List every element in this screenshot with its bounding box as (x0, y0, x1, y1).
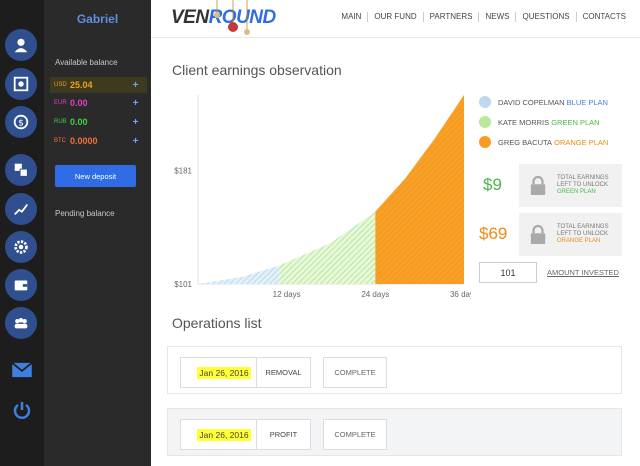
safe-icon[interactable] (5, 68, 37, 100)
amount-invested-input[interactable] (479, 262, 537, 283)
legend-dot (479, 116, 491, 128)
nav-main[interactable]: MAIN (335, 12, 367, 22)
operation-row: Jan 26, 2016 REMOVAL COMPLETE (167, 346, 622, 394)
balance-row-eur[interactable]: EUR 0.00 + (50, 95, 147, 111)
x-tick-label: 12 days (273, 290, 301, 299)
operation-type: PROFIT (256, 419, 311, 450)
mail-icon[interactable] (8, 356, 36, 384)
lock-icon (525, 220, 551, 250)
balance-row-rub[interactable]: RUB 0.00 + (50, 114, 147, 130)
icon-rail: $ (0, 0, 44, 466)
christmas-ornament-icon (214, 0, 250, 35)
app: $ Gabriel Available balance USD 25.04 + … (0, 0, 640, 466)
y-tick-label: $181 (174, 166, 192, 175)
amount-invested-label: AMOUNT INVESTED (547, 268, 619, 277)
legend-plan: GREEN PLAN (551, 117, 600, 127)
currency-amount: 0.00 (70, 98, 88, 108)
green-unlock-box[interactable]: TOTAL EARNINGS LEFT TO UNLOCK GREEN PLAN (519, 164, 622, 207)
operation-date-text: Jan 26, 2016 (197, 428, 251, 441)
power-icon[interactable] (8, 396, 36, 424)
area-series-blue-plan (198, 265, 280, 284)
operation-date: Jan 26, 2016 (180, 357, 268, 388)
currency-code: EUR (54, 100, 67, 106)
currency-code: BTC (54, 138, 66, 144)
unlock-plan: ORANGE PLAN (557, 238, 601, 244)
available-balance-label: Available balance (55, 58, 118, 67)
add-funds-button[interactable]: + (128, 136, 143, 147)
add-funds-button[interactable]: + (128, 117, 143, 128)
add-funds-button[interactable]: + (128, 80, 143, 91)
legend-name: KATE MORRIS (498, 117, 550, 127)
legend-blue-plan: DAVID COPELMAN BLUE PLAN (479, 96, 608, 108)
operation-status: COMPLETE (323, 357, 387, 388)
user-icon[interactable] (5, 29, 37, 61)
orange-earnings-amount: $69 (479, 224, 508, 243)
operation-row: Jan 26, 2016 PROFIT COMPLETE (167, 408, 622, 456)
area-series-orange-plan (375, 95, 464, 284)
add-funds-button[interactable]: + (128, 98, 143, 109)
tiles-icon[interactable] (5, 154, 37, 186)
legend-plan: BLUE PLAN (566, 97, 608, 107)
x-tick-label: 36 days (450, 290, 471, 299)
unlock-line2: LEFT TO UNLOCK (557, 182, 609, 188)
unlock-line1: TOTAL EARNINGS (557, 175, 609, 181)
legend-name: GREG BACUTA (498, 137, 553, 147)
y-tick-label: $101 (174, 280, 192, 289)
unlock-text: TOTAL EARNINGS LEFT TO UNLOCK GREEN PLAN (557, 175, 609, 196)
operation-date-text: Jan 26, 2016 (197, 366, 251, 379)
nav-our-fund[interactable]: OUR FUND (367, 12, 422, 22)
nav-news[interactable]: NEWS (478, 12, 515, 22)
balance-row-btc[interactable]: BTC 0.0000 + (50, 133, 147, 149)
main-nav: MAIN OUR FUND PARTNERS NEWS QUESTIONS CO… (335, 12, 632, 22)
currency-amount: 0.00 (70, 117, 88, 127)
currency-amount: 25.04 (70, 80, 93, 90)
top-header: VENROUND MAIN OUR FUND PARTNERS NEWS QUE… (151, 0, 640, 38)
unlock-line2: LEFT TO UNLOCK (557, 231, 609, 237)
team-icon[interactable] (5, 307, 37, 339)
orange-unlock-box[interactable]: TOTAL EARNINGS LEFT TO UNLOCK ORANGE PLA… (519, 213, 622, 256)
growth-chart-icon[interactable] (5, 193, 37, 225)
svg-text:$: $ (18, 119, 24, 129)
nav-partners[interactable]: PARTNERS (422, 12, 479, 22)
settings-gear-icon[interactable] (5, 231, 37, 263)
dollar-icon[interactable]: $ (5, 106, 37, 138)
area-series-green-plan (279, 211, 376, 284)
x-tick-label: 24 days (361, 290, 389, 299)
green-earnings-amount: $9 (483, 175, 502, 194)
legend-dot (479, 96, 491, 108)
earnings-chart: 12 days 24 days 36 days $101 $181 (174, 95, 471, 299)
currency-code: USD (54, 82, 67, 88)
user-name: Gabriel (76, 12, 119, 26)
wallet-icon[interactable] (5, 269, 37, 301)
legend-plan: ORANGE PLAN (554, 137, 609, 147)
logo-part1: VEN (171, 7, 209, 28)
operation-status: COMPLETE (323, 419, 387, 450)
nav-contacts[interactable]: CONTACTS (575, 12, 632, 22)
nav-questions[interactable]: QUESTIONS (515, 12, 575, 22)
legend-orange-plan: GREG BACUTA ORANGE PLAN (479, 136, 608, 148)
unlock-text: TOTAL EARNINGS LEFT TO UNLOCK ORANGE PLA… (557, 224, 609, 245)
legend-dot (479, 136, 491, 148)
balance-row-usd[interactable]: USD 25.04 + (50, 77, 147, 93)
operation-date: Jan 26, 2016 (180, 419, 268, 450)
currency-amount: 0.0000 (70, 136, 98, 146)
legend-name: DAVID COPELMAN (498, 97, 565, 107)
legend-green-plan: KATE MORRIS GREEN PLAN (479, 116, 600, 128)
unlock-plan: GREEN PLAN (557, 189, 596, 195)
balance-panel: Gabriel Available balance USD 25.04 + EU… (44, 0, 151, 466)
chart-section-title: Client earnings observation (172, 62, 342, 78)
operation-type: REMOVAL (256, 357, 311, 388)
operations-title: Operations list (172, 315, 262, 331)
new-deposit-button[interactable]: New deposit (55, 165, 136, 187)
lock-icon (525, 171, 551, 201)
unlock-line1: TOTAL EARNINGS (557, 224, 609, 230)
currency-code: RUB (54, 119, 67, 125)
pending-balance-label: Pending balance (55, 209, 115, 218)
